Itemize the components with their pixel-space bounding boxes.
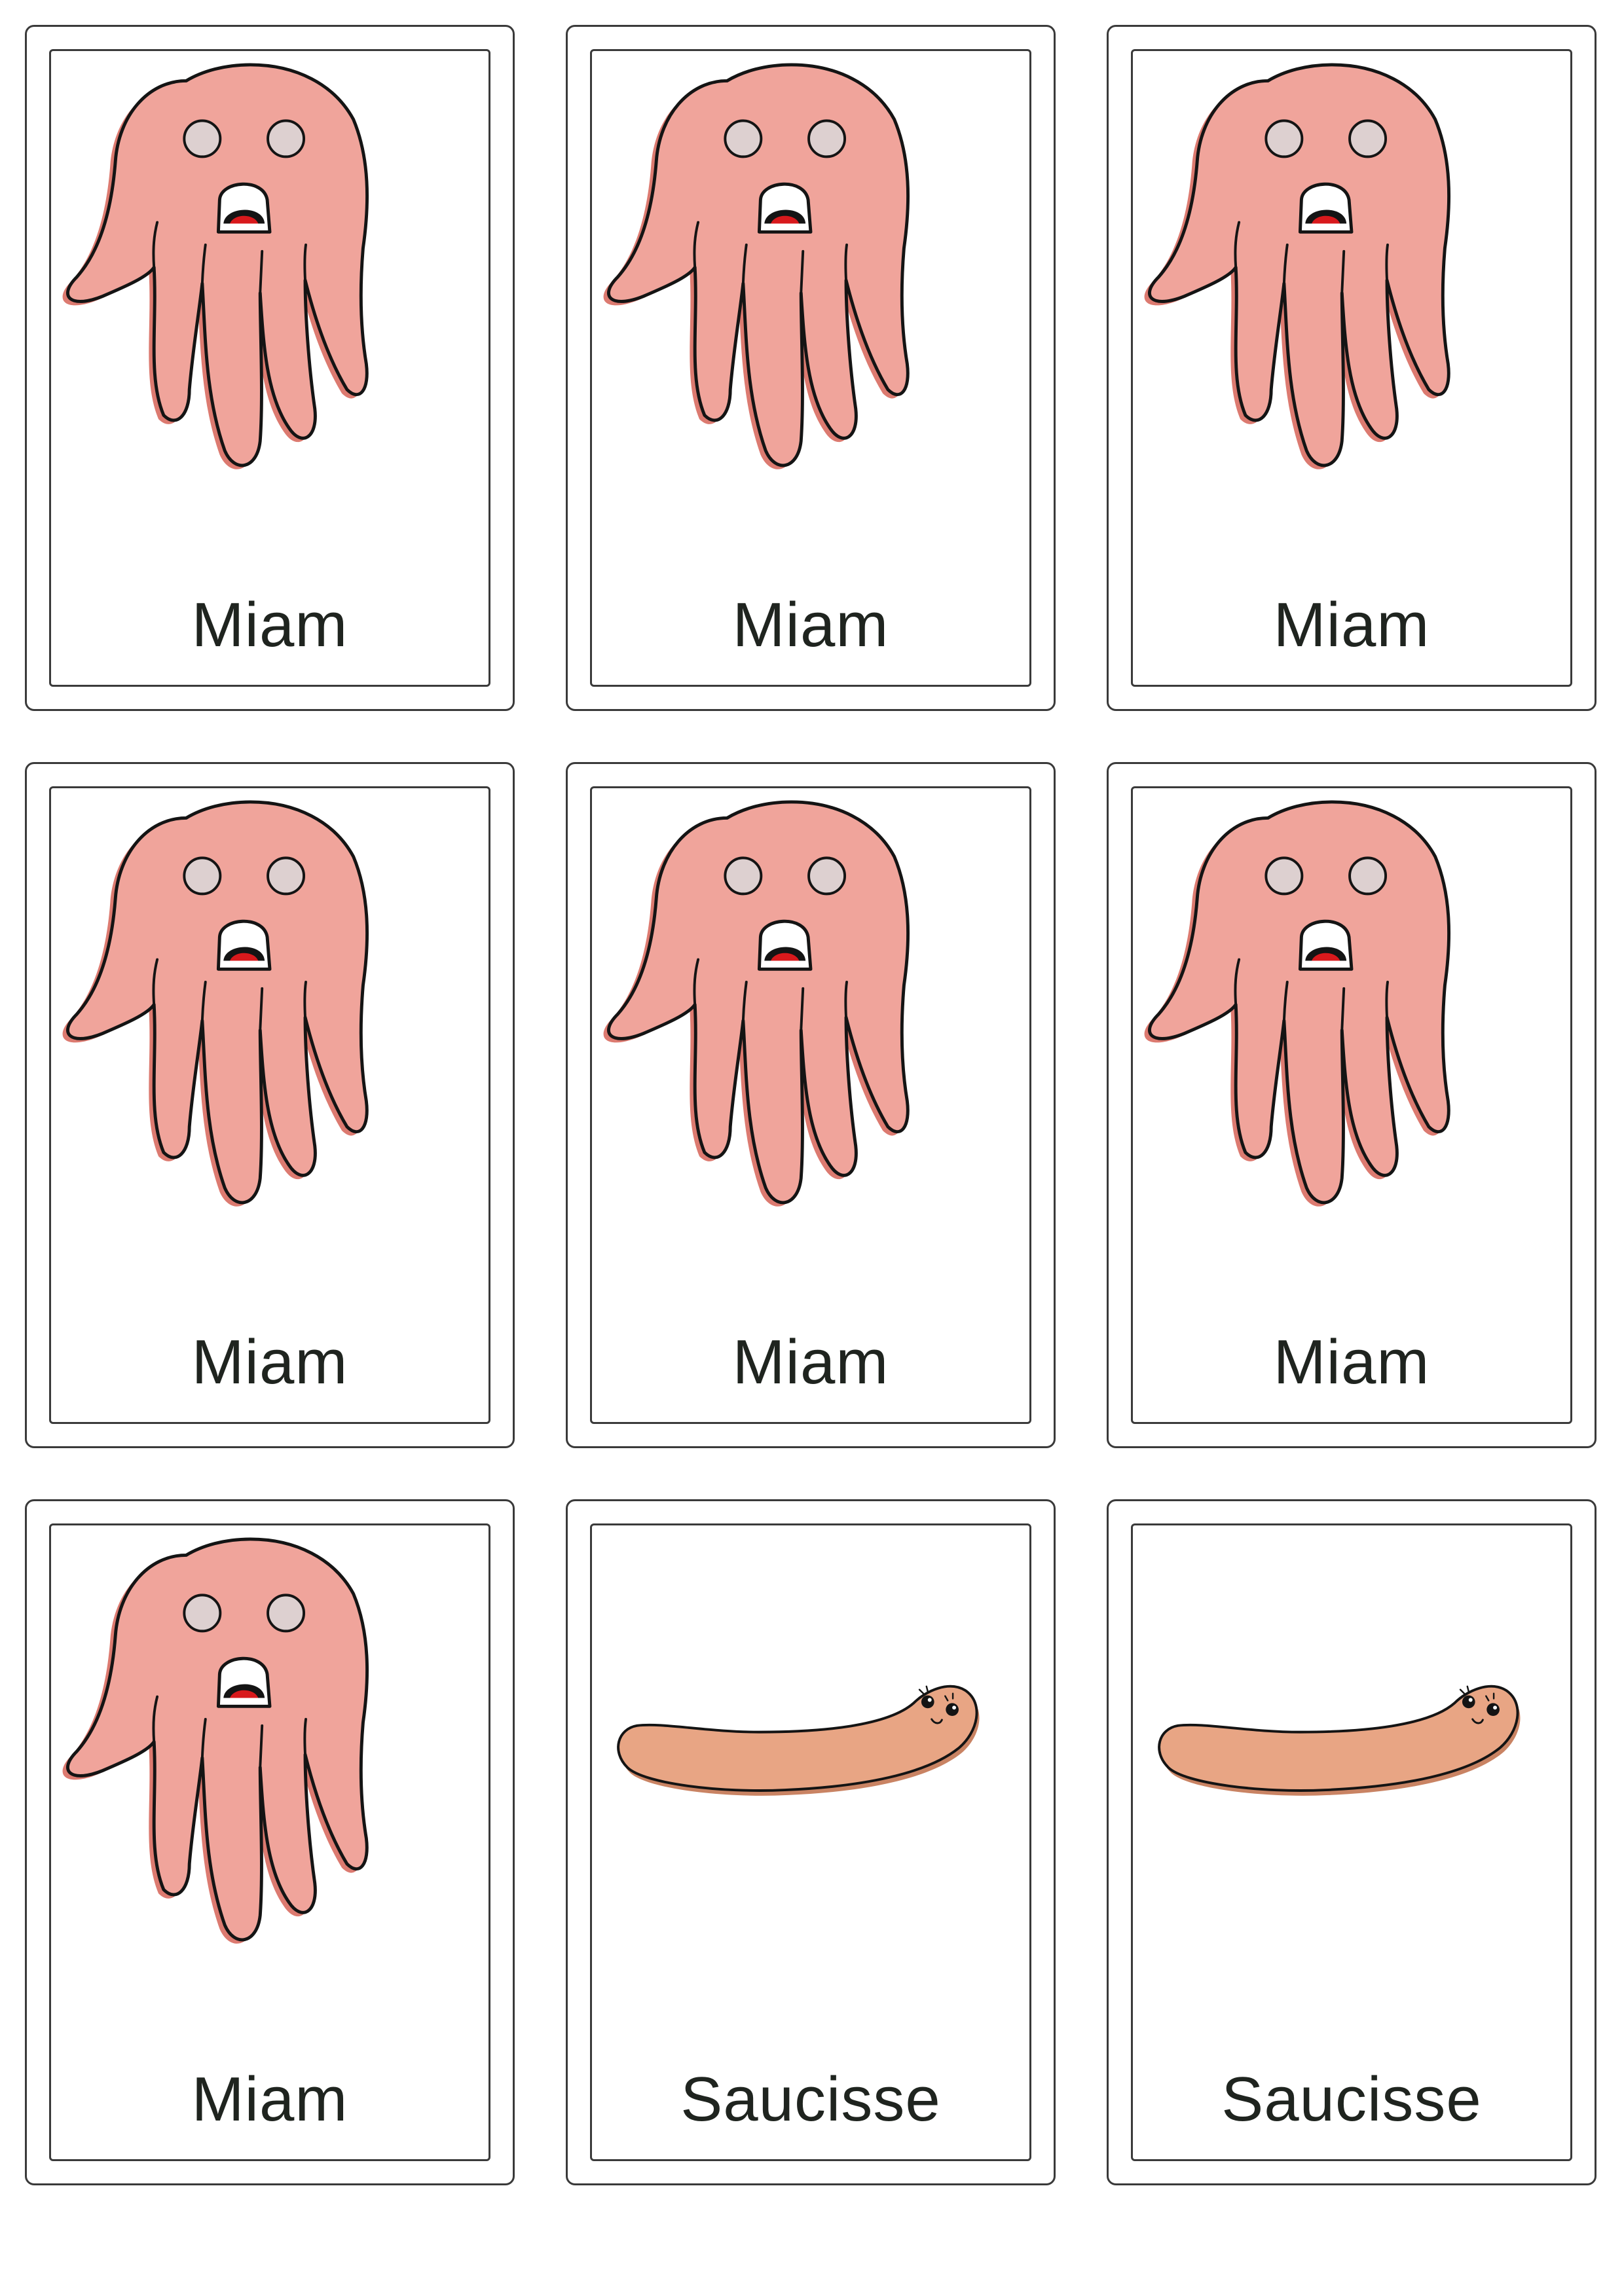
octopus-illustration [592, 788, 1029, 1247]
card-label: Miam [1273, 590, 1430, 660]
card-label: Miam [191, 2064, 348, 2134]
card-frame: Miam [1131, 49, 1572, 687]
card-miam-3[interactable]: Miam [1107, 25, 1596, 711]
card-miam-4[interactable]: Miam [25, 762, 515, 1448]
card-frame: Miam [49, 1523, 490, 2161]
octopus-icon [51, 51, 489, 509]
card-label: Miam [732, 1327, 889, 1397]
card-miam-5[interactable]: Miam [566, 762, 1056, 1448]
card-miam-2[interactable]: Miam [566, 25, 1056, 711]
card-frame: Miam [1131, 786, 1572, 1424]
card-frame: Saucisse [590, 1523, 1031, 2161]
octopus-icon [592, 51, 1029, 509]
octopus-illustration [51, 51, 489, 509]
card-miam-7[interactable]: Miam [25, 1499, 515, 2185]
card-frame: Miam [49, 786, 490, 1424]
octopus-illustration [1133, 788, 1570, 1247]
card-label: Miam [191, 590, 348, 660]
card-frame: Miam [590, 786, 1031, 1424]
card-label: Miam [1273, 1327, 1430, 1397]
card-label: Miam [191, 1327, 348, 1397]
octopus-illustration [592, 51, 1029, 509]
sausage-illustration [617, 1685, 981, 1797]
card-saucisse-1[interactable]: Saucisse [566, 1499, 1056, 2185]
card-miam-6[interactable]: Miam [1107, 762, 1596, 1448]
card-frame: Miam [49, 49, 490, 687]
card-sheet: Miam Miam Miam Miam Miam Miam Miam Sauci… [0, 0, 1624, 2296]
octopus-illustration [51, 788, 489, 1247]
sausage-illustration [1158, 1685, 1522, 1797]
card-frame: Saucisse [1131, 1523, 1572, 2161]
card-label: Miam [732, 590, 889, 660]
octopus-illustration [51, 1525, 489, 1984]
card-miam-1[interactable]: Miam [25, 25, 515, 711]
card-frame: Miam [590, 49, 1031, 687]
sausage-icon [1133, 1525, 1570, 1984]
card-saucisse-2[interactable]: Saucisse [1107, 1499, 1596, 2185]
card-label: Saucisse [680, 2064, 941, 2134]
octopus-icon [592, 788, 1029, 1247]
octopus-icon [51, 788, 489, 1247]
octopus-illustration [1133, 51, 1570, 509]
sausage-icon [592, 1525, 1029, 1984]
octopus-icon [1133, 788, 1570, 1247]
octopus-icon [51, 1525, 489, 1984]
card-label: Saucisse [1221, 2064, 1482, 2134]
octopus-icon [1133, 51, 1570, 509]
